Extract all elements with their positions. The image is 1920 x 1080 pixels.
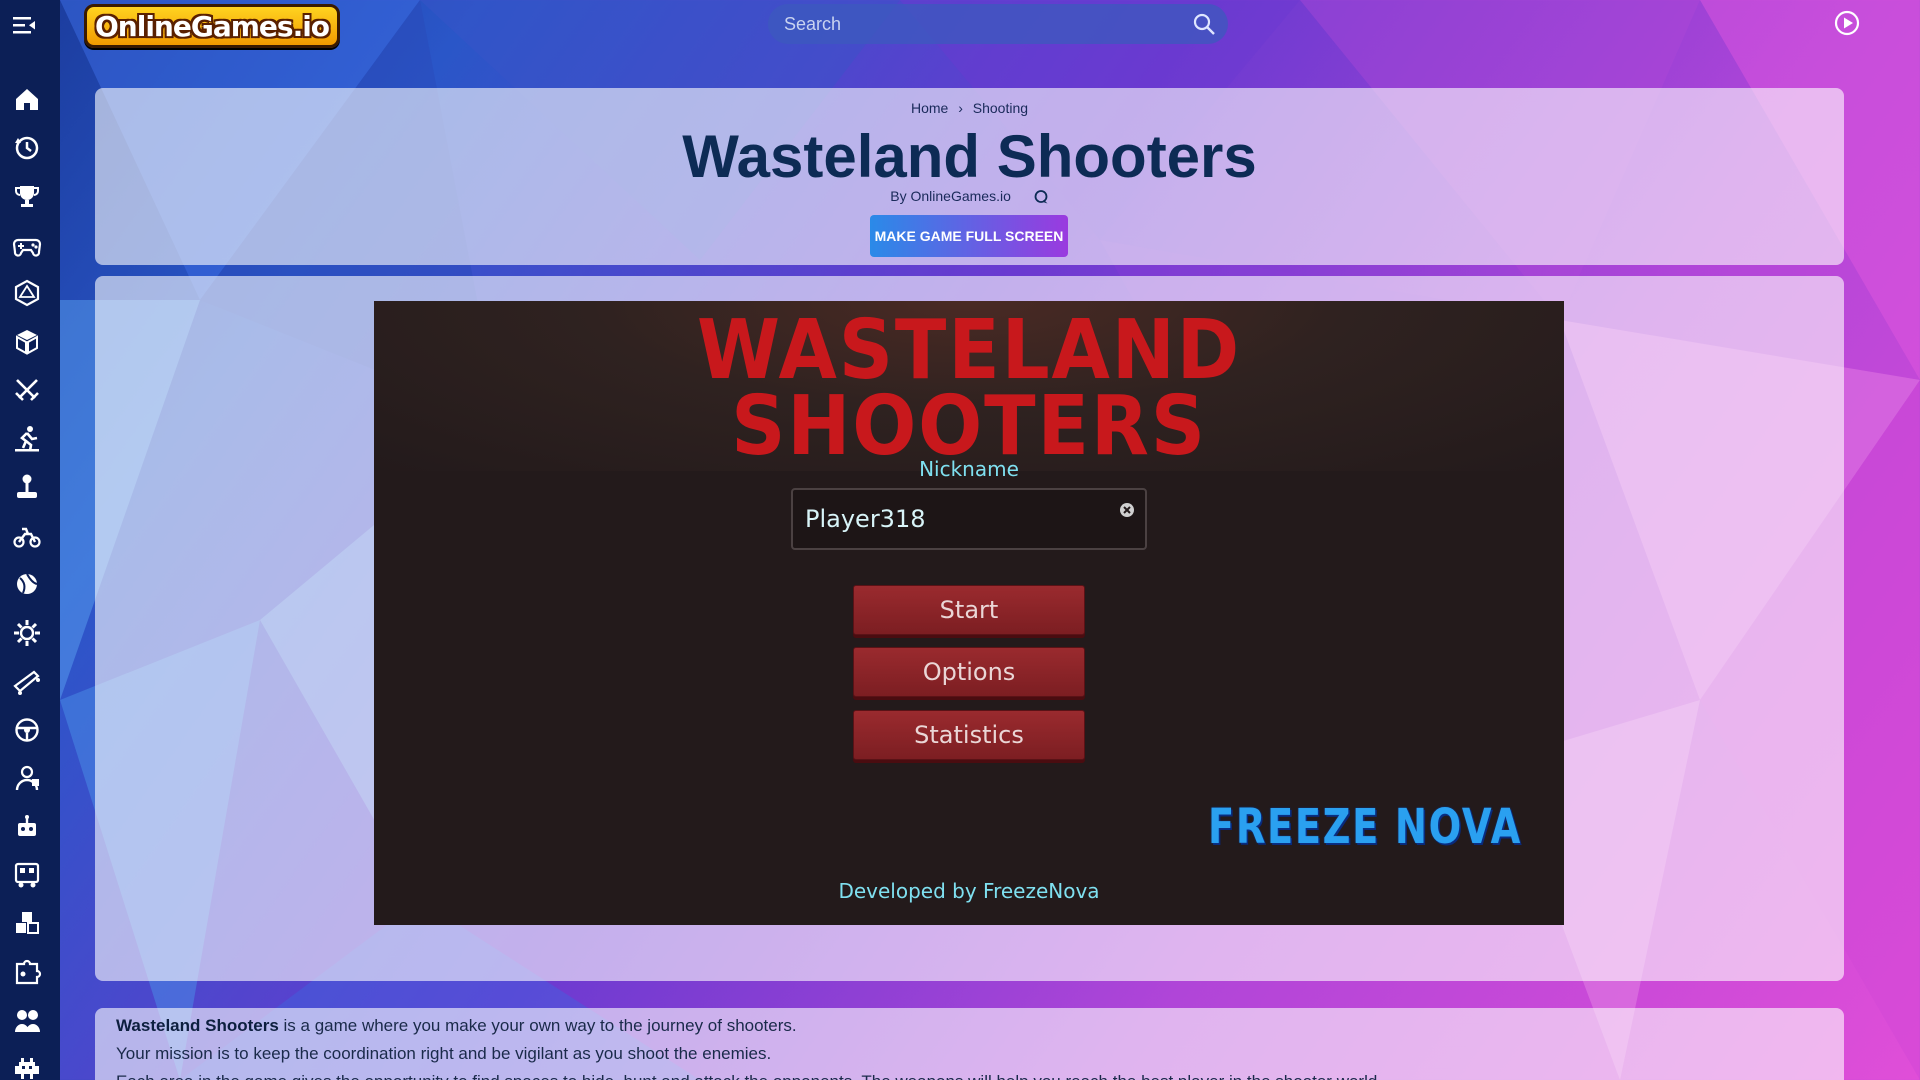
sidebar-item-robot[interactable] bbox=[10, 810, 44, 844]
alien-icon bbox=[15, 1058, 39, 1079]
sidebar-item-train[interactable] bbox=[10, 858, 44, 892]
puzzle-icon bbox=[15, 959, 42, 985]
character-icon bbox=[15, 765, 39, 791]
nickname-field bbox=[791, 488, 1147, 550]
ball-icon bbox=[17, 573, 38, 594]
breadcrumb: Home › Shooting bbox=[95, 100, 1844, 116]
sidebar-item-history[interactable] bbox=[10, 131, 44, 165]
search-input[interactable] bbox=[784, 4, 1174, 44]
nickname-input[interactable] bbox=[805, 490, 1105, 548]
runner-icon bbox=[15, 425, 39, 451]
options-button[interactable]: Options bbox=[853, 647, 1085, 697]
game-logo-line1: WASTELAND bbox=[696, 303, 1242, 398]
statistics-button[interactable]: Statistics bbox=[853, 710, 1085, 760]
search-bar bbox=[768, 4, 1228, 44]
breadcrumb-separator: › bbox=[958, 100, 963, 116]
description-line-1: Wasteland Shooters is a game where you m… bbox=[116, 1012, 1816, 1040]
description-game-name: Wasteland Shooters bbox=[116, 1016, 279, 1035]
home-icon bbox=[16, 89, 38, 110]
train-icon bbox=[14, 862, 40, 888]
breadcrumb-home-link[interactable]: Home bbox=[911, 100, 948, 116]
sidebar-item-steering-wheel[interactable] bbox=[10, 713, 44, 747]
game-logo: WASTELAND SHOOTERS bbox=[422, 303, 1517, 474]
game-canvas[interactable]: WASTELAND SHOOTERS Nickname Start Option… bbox=[374, 301, 1564, 925]
start-button[interactable]: Start bbox=[853, 585, 1085, 635]
d20-dice-icon bbox=[14, 279, 40, 307]
byline-text: By OnlineGames.io bbox=[890, 188, 1011, 204]
sidebar-item-gamepad[interactable] bbox=[10, 228, 44, 262]
crossed-swords-icon bbox=[15, 379, 39, 401]
game-logo-line2: SHOOTERS bbox=[731, 379, 1207, 474]
cube-games-icon bbox=[16, 329, 38, 355]
breadcrumb-category-link[interactable]: Shooting bbox=[973, 100, 1028, 116]
sidebar-item-ball[interactable] bbox=[10, 567, 44, 601]
developer-logo[interactable]: FREEZE NOVA bbox=[1208, 799, 1520, 855]
site-logo-text: OnlineGames.io bbox=[95, 9, 330, 43]
sidebar-item-d20-dice[interactable] bbox=[10, 276, 44, 310]
chat-bubble-icon[interactable] bbox=[1033, 189, 1049, 205]
sidebar-item-skateboard[interactable] bbox=[10, 664, 44, 698]
gear-icon bbox=[14, 619, 40, 646]
motorbike-icon bbox=[13, 527, 41, 548]
description-line-2: Your mission is to keep the coordination… bbox=[116, 1044, 772, 1063]
game-header-panel: Home › Shooting Wasteland Shooters By On… bbox=[95, 88, 1844, 265]
description-line-1-text: is a game where you make your own way to… bbox=[278, 1016, 797, 1035]
sidebar-item-puzzle[interactable] bbox=[10, 955, 44, 989]
sidebar-item-cube-games[interactable] bbox=[10, 325, 44, 359]
sidebar-item-joystick[interactable] bbox=[10, 470, 44, 504]
page-title: Wasteland Shooters bbox=[682, 123, 1257, 190]
sidebar-item-gear[interactable] bbox=[10, 616, 44, 650]
game-description: Wasteland Shooters is a game where you m… bbox=[116, 1012, 1816, 1080]
couple-icon bbox=[15, 1009, 40, 1032]
history-icon bbox=[15, 136, 39, 159]
nickname-label: Nickname bbox=[919, 457, 1019, 481]
steering-wheel-icon bbox=[15, 717, 39, 742]
description-line-3: Each area in the game gives the opportun… bbox=[116, 1068, 1816, 1080]
clear-input-icon[interactable] bbox=[1119, 502, 1135, 518]
sidebar-item-trophy[interactable] bbox=[10, 179, 44, 213]
sidebar-item-blocks[interactable] bbox=[10, 907, 44, 941]
search-icon[interactable] bbox=[1192, 12, 1216, 36]
description-panel: Wasteland Shooters is a game where you m… bbox=[95, 1008, 1844, 1080]
blocks-icon bbox=[16, 911, 39, 934]
gamepad-icon bbox=[12, 238, 42, 257]
sidebar-item-alien[interactable] bbox=[10, 1052, 44, 1080]
fullscreen-button[interactable]: MAKE GAME FULL SCREEN bbox=[870, 215, 1068, 257]
trophy-icon bbox=[15, 186, 39, 207]
robot-icon bbox=[18, 814, 36, 836]
play-circle-icon[interactable] bbox=[1834, 10, 1860, 36]
sidebar-item-couple[interactable] bbox=[10, 1004, 44, 1038]
sidebar-item-runner[interactable] bbox=[10, 422, 44, 456]
menu-icon[interactable] bbox=[11, 12, 37, 38]
developer-credit: Developed by FreezeNova bbox=[838, 879, 1100, 903]
sidebar bbox=[0, 0, 60, 1080]
site-logo[interactable]: OnlineGames.io bbox=[84, 4, 341, 48]
skateboard-icon bbox=[13, 670, 40, 695]
sidebar-item-crossed-swords[interactable] bbox=[10, 373, 44, 407]
sidebar-item-home[interactable] bbox=[10, 82, 44, 116]
byline: By OnlineGames.io bbox=[95, 188, 1844, 205]
joystick-icon bbox=[17, 474, 37, 498]
sidebar-item-motorbike[interactable] bbox=[10, 519, 44, 553]
sidebar-item-character[interactable] bbox=[10, 761, 44, 795]
